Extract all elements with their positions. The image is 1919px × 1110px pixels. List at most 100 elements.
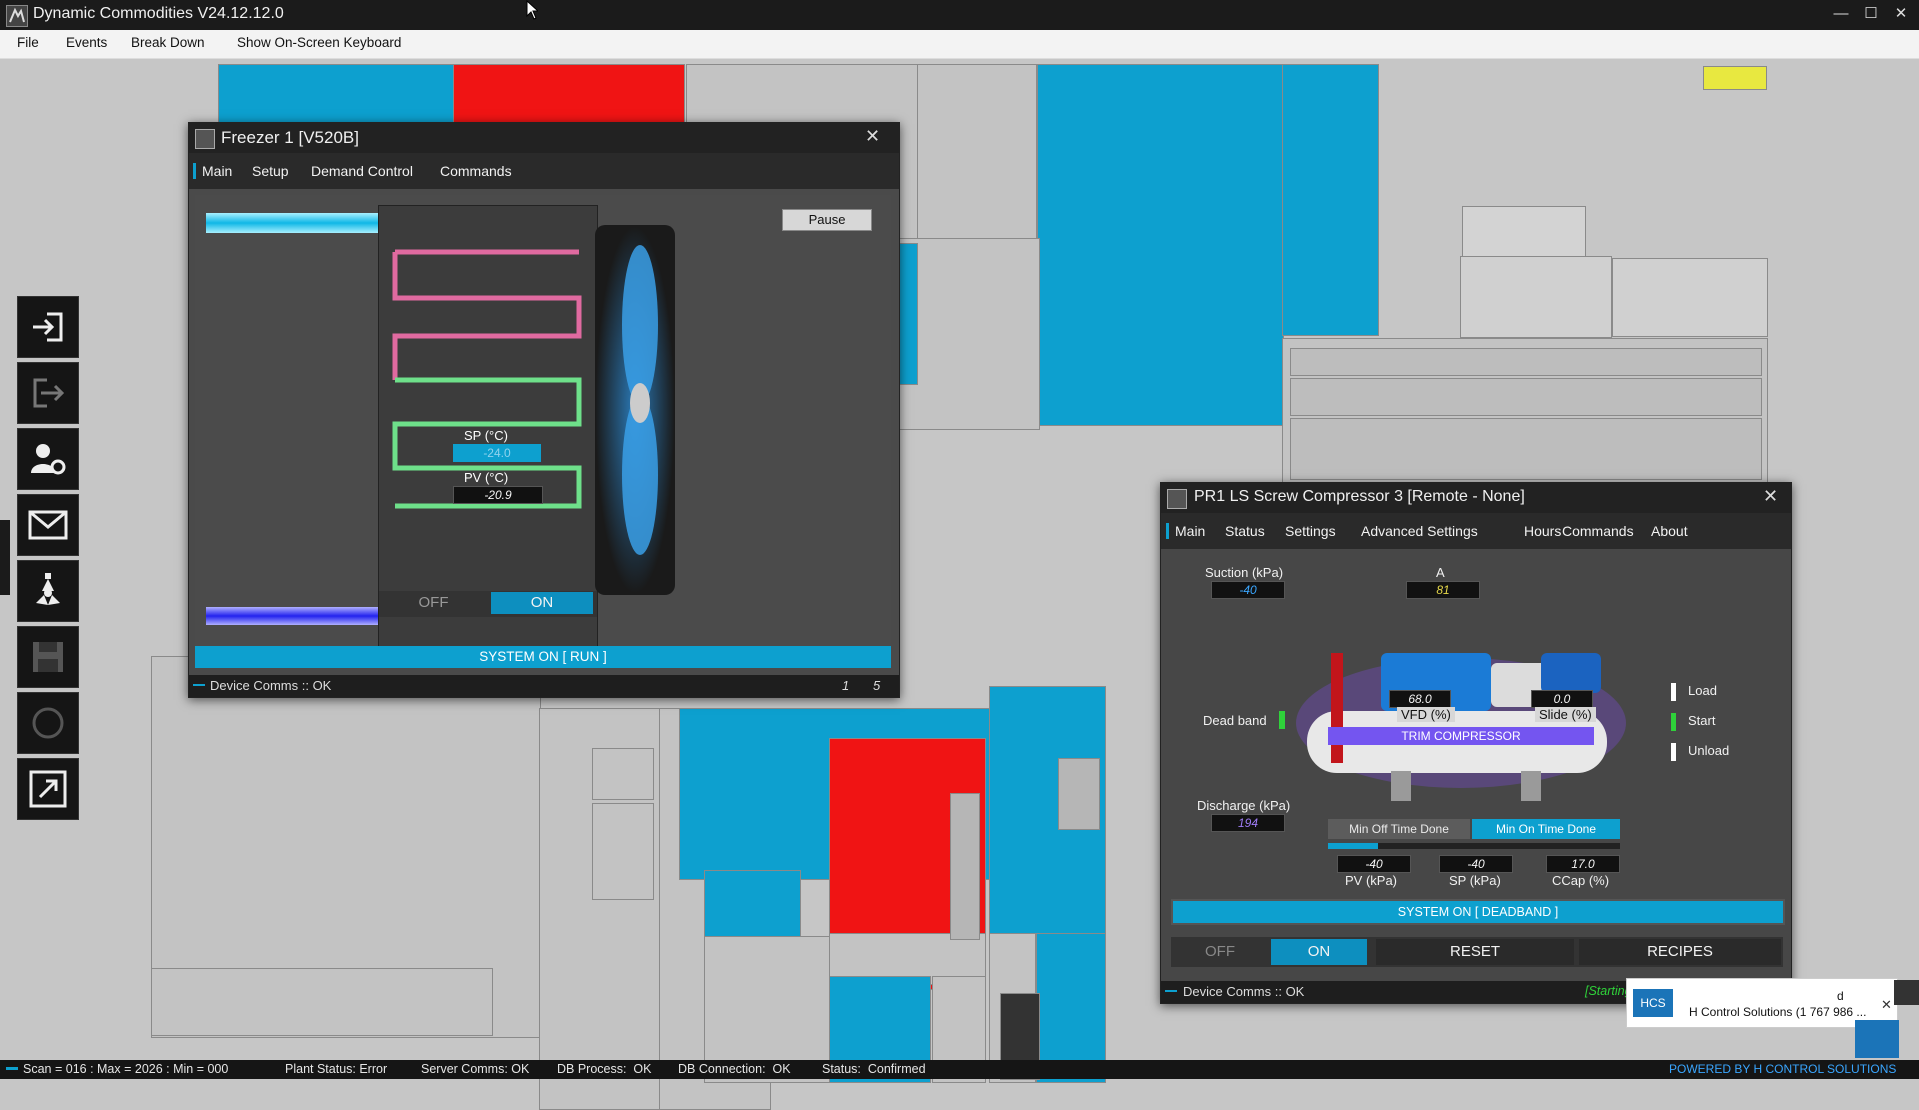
tab-about[interactable]: About <box>1651 523 1688 539</box>
pv-value: -40 <box>1337 855 1411 873</box>
equipment-row <box>1290 348 1762 376</box>
system-status-banner: SYSTEM ON [ RUN ] <box>195 646 891 668</box>
reset-button[interactable]: RESET <box>1376 939 1574 965</box>
deadband-indicator <box>1279 711 1285 729</box>
amps-value: 81 <box>1406 581 1480 599</box>
freezer-title: Freezer 1 [V520B] <box>221 128 359 147</box>
discharge-label: Discharge (kPa) <box>1197 798 1291 813</box>
page-current: 1 <box>842 678 850 693</box>
map-zone[interactable] <box>898 238 1040 430</box>
suction-label: Suction (kPa) <box>1205 565 1284 580</box>
compressor-tabs: Main Status Settings Advanced Settings H… <box>1161 513 1791 549</box>
save-icon[interactable] <box>17 626 79 688</box>
off-button[interactable]: OFF <box>1171 943 1269 960</box>
map-widget[interactable] <box>1460 256 1612 338</box>
tab-demand-control[interactable]: Demand Control <box>311 163 413 179</box>
freezer-content: SP (°C) -24.0 PV (°C) -20.9 OFF ON Pause <box>195 195 891 667</box>
min-on-time-indicator: Min On Time Done <box>1472 819 1620 839</box>
map-zone[interactable] <box>1037 64 1284 426</box>
minimize-icon[interactable]: — <box>1826 2 1856 26</box>
tab-hours[interactable]: Hours <box>1524 523 1561 539</box>
energy-management-widget[interactable] <box>1703 66 1767 90</box>
login-icon[interactable] <box>17 296 79 358</box>
map-zone[interactable] <box>592 748 654 800</box>
compressor-title: PR1 LS Screw Compressor 3 [Remote - None… <box>1194 488 1525 505</box>
sp-label: SP (°C) <box>464 428 508 443</box>
pause-button[interactable]: Pause <box>782 209 872 231</box>
menu-file[interactable]: File <box>17 35 39 50</box>
menu-bar: File Events Break Down Show On-Screen Ke… <box>0 30 1919 59</box>
sp-value-field[interactable]: -24.0 <box>453 444 541 462</box>
logout-icon[interactable] <box>17 362 79 424</box>
tab-advanced-settings[interactable]: Advanced Settings <box>1361 523 1478 539</box>
map-zone[interactable] <box>898 243 918 385</box>
min-off-time-indicator: Min Off Time Done <box>1328 819 1470 839</box>
scan-info: Scan = 016 : Max = 2026 : Min = 000 <box>23 1062 229 1076</box>
system-status-banner: SYSTEM ON [ DEADBAND ] <box>1171 899 1785 925</box>
tab-settings[interactable]: Settings <box>1285 523 1336 539</box>
equipment-row <box>1290 418 1762 480</box>
side-panel-handle[interactable] <box>0 520 10 595</box>
map-zone[interactable] <box>1282 64 1379 336</box>
db-connection: DB Connection: OK <box>678 1062 791 1076</box>
tab-status[interactable]: Status <box>1225 523 1265 539</box>
pv-value: -20.9 <box>453 486 543 504</box>
fullscreen-icon[interactable] <box>17 758 79 820</box>
equipment-row <box>1290 378 1762 416</box>
load-indicator <box>1671 683 1676 701</box>
close-icon[interactable]: ✕ <box>1763 486 1778 507</box>
radiation-icon[interactable] <box>17 560 79 622</box>
notification-scroll[interactable] <box>1894 980 1919 1005</box>
map-widget[interactable] <box>1462 206 1586 263</box>
map-zone[interactable] <box>950 793 980 940</box>
map-zone-alarm[interactable] <box>453 64 685 126</box>
maximize-icon[interactable]: ☐ <box>1856 2 1886 26</box>
on-button[interactable]: ON <box>1271 939 1367 965</box>
timer-progress-fill <box>1328 843 1378 849</box>
amps-label: A <box>1436 565 1445 580</box>
powered-by: POWERED BY H CONTROL SOLUTIONS <box>1669 1062 1897 1076</box>
fan-icon <box>595 225 675 595</box>
close-icon[interactable]: ✕ <box>1881 997 1892 1013</box>
close-icon[interactable]: ✕ <box>865 126 880 147</box>
on-button[interactable]: ON <box>491 592 593 614</box>
menu-show-keyboard[interactable]: Show On-Screen Keyboard <box>237 35 401 50</box>
map-zone[interactable] <box>151 968 493 1036</box>
slide-value: 0.0 <box>1531 690 1593 708</box>
server-comms: Server Comms: OK <box>421 1062 530 1076</box>
tab-main[interactable]: Main <box>1166 523 1205 539</box>
title-bar: Dynamic Commodities V24.12.12.0 — ☐ ✕ <box>0 0 1919 30</box>
user-settings-icon[interactable] <box>17 428 79 490</box>
mouse-cursor-icon <box>526 0 540 20</box>
freezer-window: Freezer 1 [V520B] ✕ Main Setup Demand Co… <box>188 122 900 698</box>
tab-commands[interactable]: Commands <box>1562 523 1634 539</box>
menu-events[interactable]: Events <box>66 35 107 50</box>
notification-text: H Control Solutions (1 767 986 ... <box>1689 1005 1867 1019</box>
mail-icon[interactable] <box>17 494 79 556</box>
deadband-label: Dead band <box>1203 713 1267 728</box>
close-icon[interactable]: ✕ <box>1886 2 1916 26</box>
start-indicator <box>1671 713 1676 731</box>
discharge-value: 194 <box>1211 814 1285 832</box>
map-zone[interactable] <box>218 64 455 126</box>
load-label: Load <box>1688 683 1717 698</box>
tab-commands[interactable]: Commands <box>440 163 512 179</box>
pv-label: PV (°C) <box>464 470 509 485</box>
menu-break-down[interactable]: Break Down <box>131 35 205 50</box>
refresh-icon[interactable] <box>17 692 79 754</box>
vfd-label: VFD (%) <box>1397 707 1455 722</box>
tab-setup[interactable]: Setup <box>252 163 289 179</box>
suction-value: -40 <box>1211 581 1285 599</box>
notification-partial-text: d <box>1837 989 1844 1003</box>
ccap-label: CCap (%) <box>1552 873 1610 888</box>
comms-indicator <box>1165 990 1177 992</box>
map-widget[interactable] <box>1612 258 1768 337</box>
tab-main[interactable]: Main <box>193 163 232 179</box>
map-zone[interactable] <box>1058 758 1100 830</box>
pv-label: PV (kPa) <box>1345 873 1398 888</box>
map-zone[interactable] <box>592 803 654 900</box>
recipes-button[interactable]: RECIPES <box>1579 939 1781 965</box>
vfd-value: 68.0 <box>1389 690 1451 708</box>
page-total: 5 <box>873 678 881 693</box>
off-button[interactable]: OFF <box>379 594 488 611</box>
